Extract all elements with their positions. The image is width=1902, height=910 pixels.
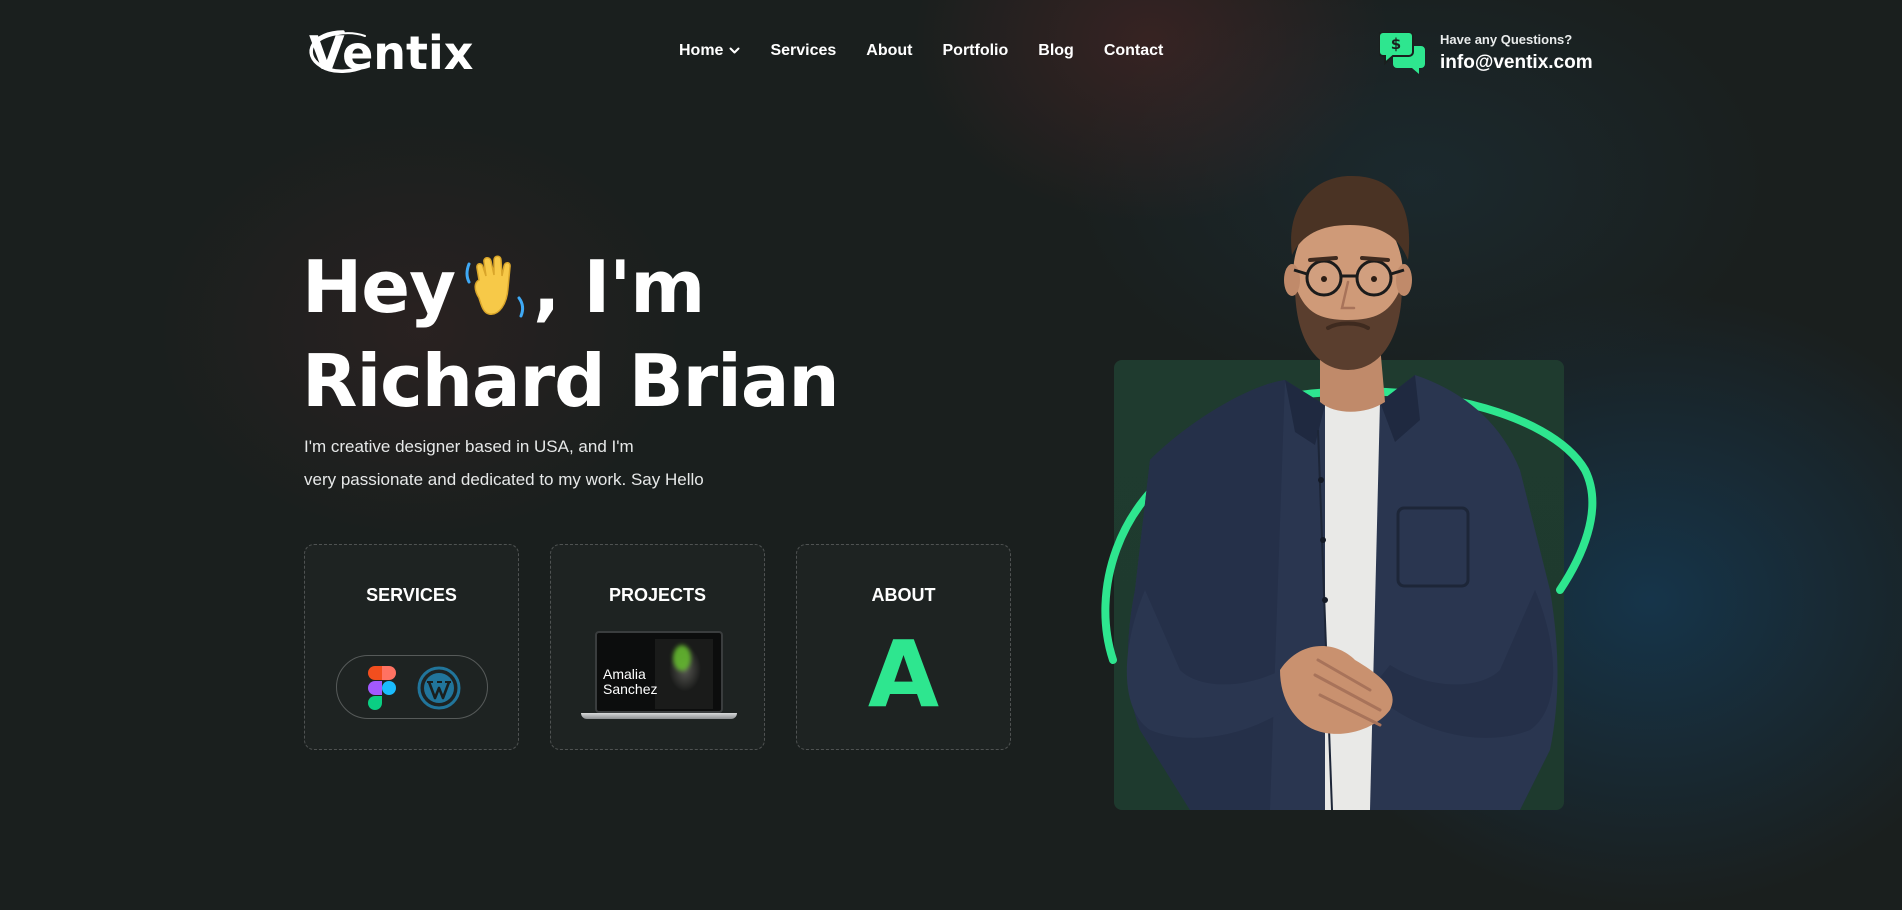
project-preview-caption: Amalia Sanchez [603, 667, 657, 697]
brand-name: Ventix [309, 26, 474, 80]
waving-hand-icon [465, 255, 525, 318]
hero-description: I'm creative designer based in USA, and … [304, 430, 824, 496]
brand-logo[interactable]: Ventix [303, 22, 483, 84]
projects-card-title: PROJECTS [608, 585, 707, 605]
chevron-down-icon [729, 47, 740, 54]
hero-greeting-suffix: , I'm [533, 245, 705, 329]
services-card[interactable]: SERVICES [304, 544, 519, 750]
hero-title-line-1: Hey , I'm [302, 240, 839, 334]
contact-email-link[interactable]: info@ventix.com [1440, 52, 1593, 74]
about-card[interactable]: ABOUT A [796, 544, 1011, 750]
nav-item-label: Services [770, 42, 837, 59]
svg-text:$: $ [1391, 35, 1401, 53]
header-contact: $ Have any Questions? info@ventix.com [1379, 30, 1609, 76]
hero-greeting: Hey [302, 245, 456, 329]
nav-item-label: About [866, 42, 913, 59]
hero-title: Hey , I'm Richard Brian [302, 240, 840, 428]
main-nav: Home Services About Portfolio Blog Conta… [679, 42, 1163, 60]
nav-item-about[interactable]: About [866, 42, 912, 60]
chat-dollar-icon: $ [1379, 32, 1425, 74]
laptop-base [581, 713, 737, 719]
nav-item-portfolio[interactable]: Portfolio [943, 42, 1009, 60]
about-card-title: ABOUT [871, 585, 936, 605]
nav-item-home[interactable]: Home [679, 42, 740, 60]
project-preview-accent [673, 645, 691, 671]
page-background [0, 0, 1902, 910]
wordpress-icon [417, 666, 461, 710]
project-preview-caption-line-1: Amalia [603, 666, 646, 682]
portrait-image [1101, 175, 1597, 810]
laptop-screen: Amalia Sanchez [595, 631, 723, 713]
project-preview-caption-line-2: Sanchez [603, 681, 658, 697]
tools-pill [336, 655, 488, 719]
hero-description-line-2: very passionate and dedicated to my work… [304, 470, 704, 489]
hero-description-line-1: I'm creative designer based in USA, and … [304, 437, 634, 456]
nav-item-label: Portfolio [942, 42, 1009, 59]
figma-icon [368, 666, 396, 710]
projects-card[interactable]: PROJECTS Amalia Sanchez [550, 544, 765, 750]
nav-item-contact[interactable]: Contact [1104, 42, 1164, 60]
nav-item-label: Contact [1103, 42, 1164, 59]
hero-name: Richard Brian [302, 339, 840, 423]
services-card-title: SERVICES [366, 585, 457, 605]
nav-item-services[interactable]: Services [770, 42, 836, 60]
nav-item-blog[interactable]: Blog [1038, 42, 1074, 60]
contact-question: Have any Questions? [1440, 32, 1573, 47]
nav-item-label: Blog [1038, 42, 1074, 59]
project-preview-laptop: Amalia Sanchez [581, 631, 737, 723]
nav-item-label: Home [679, 42, 724, 59]
about-letter: A [867, 621, 940, 728]
